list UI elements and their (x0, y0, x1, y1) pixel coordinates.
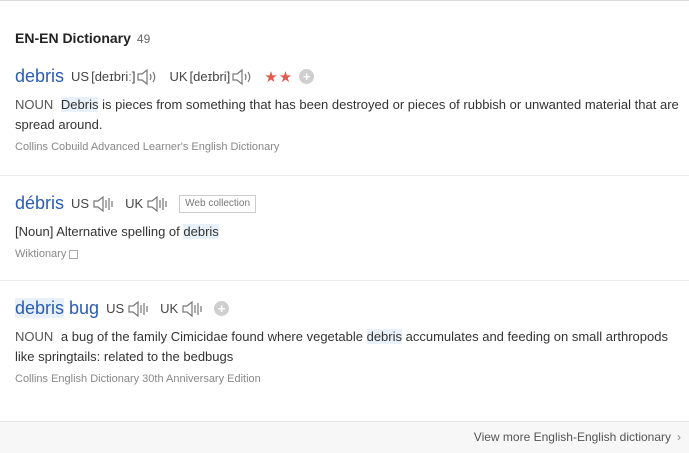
speaker-icon[interactable] (147, 195, 169, 213)
uk-label: UK (125, 196, 144, 211)
uk-label: UK (160, 301, 179, 316)
top-border (0, 0, 689, 1)
definition-text: [Noun] Alternative spelling of (15, 224, 184, 239)
us-pronunciation: [deɪbriː] (91, 69, 136, 84)
us-label: US (106, 301, 125, 316)
source: Collins Cobuild Advanced Learner's Engli… (15, 141, 689, 153)
source-label: Collins English Dictionary 30th Annivers… (15, 373, 261, 385)
entry-debris: debris US [deɪbriː] UK [deɪbri] ★★ + NOU… (15, 66, 689, 153)
add-icon[interactable]: + (214, 301, 230, 316)
view-more-link[interactable]: View more English-English dictionary › (474, 430, 681, 444)
headword[interactable]: débris (15, 193, 64, 214)
highlighted-term[interactable]: debris (366, 329, 403, 344)
entry-debris-accent: débris US UK Web collection [Noun] Alter… (15, 193, 689, 260)
speaker-icon[interactable] (128, 300, 150, 318)
highlighted-term[interactable]: debris (183, 224, 219, 239)
speaker-icon[interactable] (182, 300, 204, 318)
source: Wiktionary (15, 248, 689, 260)
headword-rest: bug (64, 298, 100, 318)
speaker-icon[interactable] (137, 68, 159, 86)
divider (0, 280, 689, 281)
highlighted-term[interactable]: Debris (60, 97, 99, 112)
view-more-label: View more English-English dictionary (473, 430, 671, 444)
part-of-speech: NOUN (15, 329, 54, 344)
us-label: US (71, 196, 90, 211)
headword[interactable]: debris (15, 66, 64, 87)
part-of-speech: NOUN (15, 97, 54, 112)
add-icon[interactable]: + (299, 69, 315, 84)
source-label: Collins Cobuild Advanced Learner's Engli… (15, 141, 280, 153)
divider (0, 175, 689, 176)
definition: NOUN Debris is pieces from something tha… (15, 95, 683, 135)
footer-bar: View more English-English dictionary › (0, 421, 689, 453)
source-label[interactable]: Wiktionary (15, 248, 66, 260)
uk-label: UK (169, 69, 188, 84)
speaker-icon[interactable] (93, 195, 115, 213)
chevron-right-icon: › (677, 430, 681, 444)
definition-text: is pieces from something that has been d… (15, 97, 679, 132)
section-header: EN-EN Dictionary 49 (15, 30, 150, 46)
web-collection-tag: Web collection (179, 194, 257, 213)
headword[interactable]: debris bug (15, 298, 99, 319)
headword-highlight: debris (15, 298, 65, 318)
entry-debris-bug: debris bug US UK + NOUN a bug of the fam… (15, 298, 689, 385)
section-title: EN-EN Dictionary (15, 30, 131, 46)
us-label: US (71, 69, 90, 84)
frequency-stars: ★★ (264, 68, 294, 86)
definition: NOUN a bug of the family Cimicidae found… (15, 327, 683, 367)
definition: [Noun] Alternative spelling of debris (15, 222, 683, 242)
uk-pronunciation: [deɪbri] (189, 69, 231, 84)
external-link-icon[interactable] (69, 249, 79, 259)
speaker-icon[interactable] (232, 68, 254, 86)
definition-text: a bug of the family Cimicidae found wher… (60, 329, 367, 344)
source: Collins English Dictionary 30th Annivers… (15, 373, 689, 385)
result-count: 49 (136, 32, 151, 46)
